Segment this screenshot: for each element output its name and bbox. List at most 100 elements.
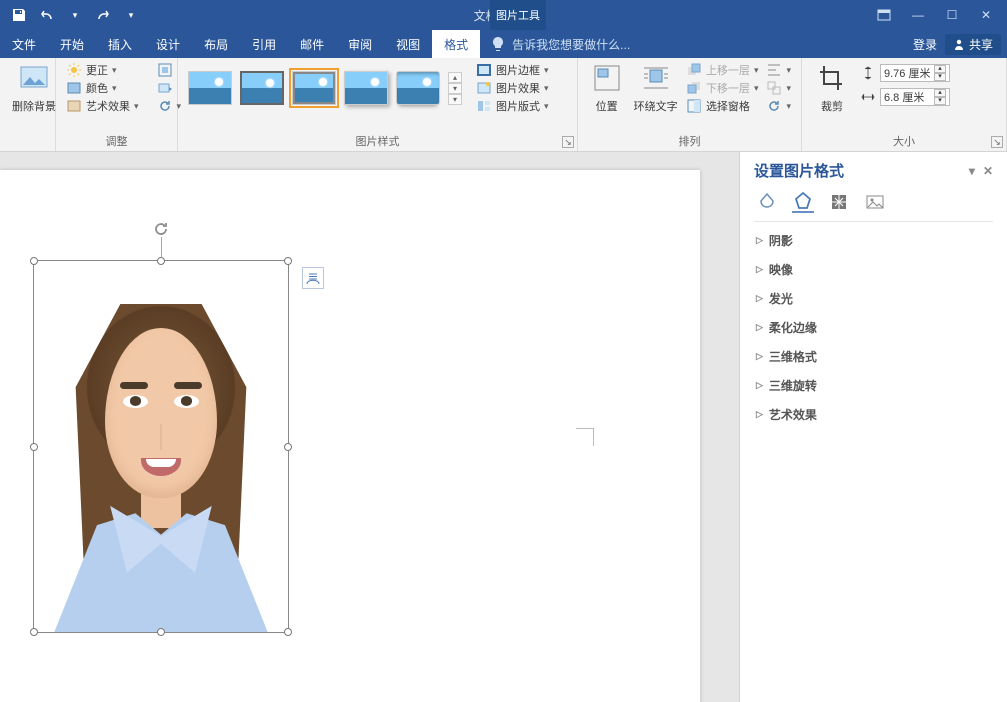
- section-reflection[interactable]: ▷映像: [754, 255, 993, 284]
- send-backward-button[interactable]: 下移一层▾: [686, 80, 759, 96]
- width-spin-up[interactable]: ▴: [934, 89, 946, 97]
- group-objects-button[interactable]: ▾: [766, 80, 791, 96]
- reset-icon: [157, 98, 173, 114]
- layout-category-icon[interactable]: [828, 191, 850, 213]
- save-icon[interactable]: [8, 4, 30, 26]
- group-size-label: 大小: [812, 131, 996, 149]
- align-button[interactable]: ▾: [766, 62, 791, 78]
- group-picture-styles: ▴▾▾ 图片边框▾ 图片效果▾ 图片版式▾ 图片样式 ↘: [178, 58, 578, 151]
- workspace: 设置图片格式 ▾✕ ▷阴影 ▷映像 ▷发光 ▷柔化边缘 ▷三维格式 ▷三维旋转 …: [0, 152, 1007, 702]
- section-glow[interactable]: ▷发光: [754, 284, 993, 313]
- pane-close-icon[interactable]: ✕: [983, 164, 993, 178]
- section-3d-format[interactable]: ▷三维格式: [754, 342, 993, 371]
- close-button[interactable]: ✕: [969, 1, 1003, 29]
- color-button[interactable]: 颜色▾: [66, 80, 139, 96]
- crop-icon: [816, 62, 848, 94]
- brightness-icon: [66, 62, 82, 78]
- ribbon-tabs: 文件 开始 插入 设计 布局 引用 邮件 审阅 视图 格式 告诉我您想要做什么.…: [0, 30, 1007, 58]
- picture-layout-button[interactable]: 图片版式▾: [476, 98, 549, 114]
- group-arrange: 位置 环绕文字 上移一层▾ 下移一层▾ 选择窗格 ▾ ▾ ▾ 排列: [578, 58, 802, 151]
- ribbon-display-options-icon[interactable]: [867, 1, 901, 29]
- width-field[interactable]: 6.8 厘米▴▾: [860, 88, 950, 106]
- maximize-button[interactable]: ☐: [935, 1, 969, 29]
- tab-layout[interactable]: 布局: [192, 30, 240, 58]
- selected-picture[interactable]: [33, 260, 289, 633]
- pane-category-icons: [756, 191, 993, 213]
- style-thumb-4[interactable]: [344, 71, 388, 105]
- height-spin-down[interactable]: ▾: [934, 73, 946, 81]
- undo-dropdown-icon[interactable]: ▾: [64, 4, 86, 26]
- selection-pane-icon: [686, 98, 702, 114]
- resize-handle-t[interactable]: [157, 257, 165, 265]
- tab-review[interactable]: 审阅: [336, 30, 384, 58]
- position-button[interactable]: 位置: [588, 62, 625, 114]
- login-link[interactable]: 登录: [913, 36, 937, 53]
- group-size: 裁剪 9.76 厘米▴▾ 6.8 厘米▴▾ 大小 ↘: [802, 58, 1007, 151]
- bring-forward-button[interactable]: 上移一层▾: [686, 62, 759, 78]
- gallery-scroll-buttons[interactable]: ▴▾▾: [448, 72, 462, 105]
- resize-handle-bl[interactable]: [30, 628, 38, 636]
- tab-mailings[interactable]: 邮件: [288, 30, 336, 58]
- quick-access-toolbar: ▾ ▾: [0, 4, 150, 26]
- tell-me-box[interactable]: 告诉我您想要做什么...: [490, 30, 630, 58]
- tab-design[interactable]: 设计: [144, 30, 192, 58]
- lightbulb-icon: [490, 36, 506, 52]
- artistic-effects-button[interactable]: 艺术效果▾: [66, 98, 139, 114]
- tab-references[interactable]: 引用: [240, 30, 288, 58]
- style-thumb-5[interactable]: [396, 71, 440, 105]
- redo-icon[interactable]: [92, 4, 114, 26]
- size-dialog-launcher[interactable]: ↘: [991, 136, 1003, 148]
- change-picture-icon: [157, 80, 173, 96]
- tab-view[interactable]: 视图: [384, 30, 432, 58]
- qat-customize-icon[interactable]: ▾: [120, 4, 142, 26]
- picture-effects-icon: [476, 80, 492, 96]
- effects-category-icon[interactable]: [792, 191, 814, 213]
- crop-button[interactable]: 裁剪: [812, 62, 852, 114]
- height-field[interactable]: 9.76 厘米▴▾: [860, 64, 950, 82]
- resize-handle-br[interactable]: [284, 628, 292, 636]
- share-button[interactable]: 共享: [945, 34, 1001, 55]
- style-thumb-3[interactable]: [292, 71, 336, 105]
- section-shadow[interactable]: ▷阴影: [754, 226, 993, 255]
- resize-handle-tr[interactable]: [284, 257, 292, 265]
- resize-handle-b[interactable]: [157, 628, 165, 636]
- width-spin-down[interactable]: ▾: [934, 97, 946, 105]
- styles-dialog-launcher[interactable]: ↘: [562, 136, 574, 148]
- share-label: 共享: [969, 36, 993, 53]
- wrap-text-button[interactable]: 环绕文字: [633, 62, 678, 114]
- selection-pane-button[interactable]: 选择窗格: [686, 98, 759, 114]
- fill-line-category-icon[interactable]: [756, 191, 778, 213]
- artistic-icon: [66, 98, 82, 114]
- picture-border-button[interactable]: 图片边框▾: [476, 62, 549, 78]
- undo-icon[interactable]: [36, 4, 58, 26]
- height-spin-up[interactable]: ▴: [934, 65, 946, 73]
- rotate-button[interactable]: ▾: [766, 98, 791, 114]
- height-icon: [860, 65, 876, 81]
- position-icon: [591, 62, 623, 94]
- section-soft-edges[interactable]: ▷柔化边缘: [754, 313, 993, 342]
- section-artistic[interactable]: ▷艺术效果: [754, 400, 993, 429]
- resize-handle-r[interactable]: [284, 443, 292, 451]
- tab-insert[interactable]: 插入: [96, 30, 144, 58]
- tab-file[interactable]: 文件: [0, 30, 48, 58]
- layout-options-button[interactable]: [302, 267, 324, 289]
- picture-effects-button[interactable]: 图片效果▾: [476, 80, 549, 96]
- tab-home[interactable]: 开始: [48, 30, 96, 58]
- remove-background-button[interactable]: 删除背景: [10, 62, 58, 114]
- style-thumb-2[interactable]: [240, 71, 284, 105]
- picture-category-icon[interactable]: [864, 191, 886, 213]
- pane-title-text: 设置图片格式: [754, 160, 844, 181]
- resize-handle-tl[interactable]: [30, 257, 38, 265]
- group-arrange-label: 排列: [588, 131, 791, 149]
- minimize-button[interactable]: —: [901, 1, 935, 29]
- rotation-handle[interactable]: [149, 217, 173, 241]
- tab-format[interactable]: 格式: [432, 30, 480, 58]
- resize-handle-l[interactable]: [30, 443, 38, 451]
- document-area[interactable]: [0, 152, 739, 702]
- pane-options-icon[interactable]: ▾: [969, 164, 975, 178]
- picture-border-icon: [476, 62, 492, 78]
- corrections-button[interactable]: 更正▾: [66, 62, 139, 78]
- section-3d-rotation[interactable]: ▷三维旋转: [754, 371, 993, 400]
- style-thumb-1[interactable]: [188, 71, 232, 105]
- picture-styles-gallery[interactable]: ▴▾▾: [188, 71, 462, 105]
